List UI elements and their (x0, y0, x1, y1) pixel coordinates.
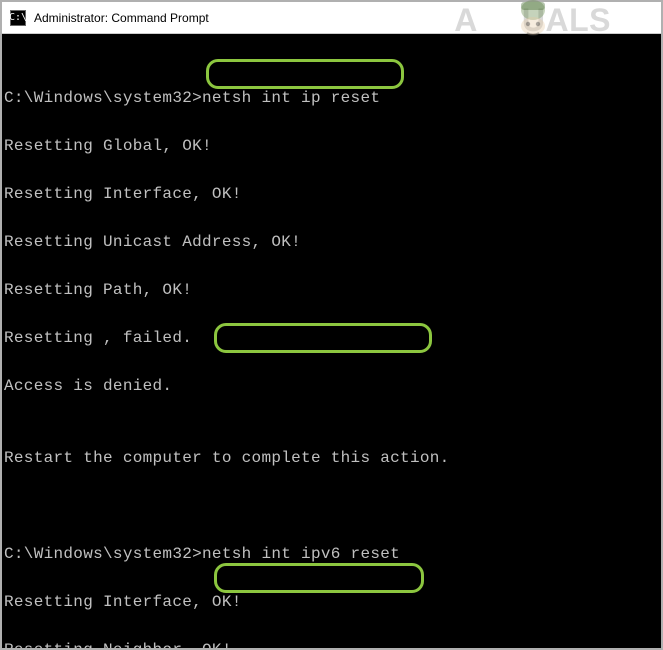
output-line: Resetting Neighbor, OK! (4, 638, 659, 648)
output-line: Restart the computer to complete this ac… (4, 446, 659, 470)
window-title: Administrator: Command Prompt (34, 11, 209, 25)
output-line: Resetting Interface, OK! (4, 590, 659, 614)
terminal-output[interactable]: C:\Windows\system32>netsh int ip reset R… (2, 34, 661, 648)
prompt-line: C:\Windows\system32>netsh int ip reset (4, 86, 659, 110)
output-line: Access is denied. (4, 374, 659, 398)
cmd-icon: C:\ (10, 10, 26, 26)
prompt-line: C:\Windows\system32>netsh int ipv6 reset (4, 542, 659, 566)
prompt-path: C:\Windows\system32> (4, 89, 202, 107)
output-line: Resetting Unicast Address, OK! (4, 230, 659, 254)
output-line: Resetting , failed. (4, 326, 659, 350)
highlight-box (214, 563, 424, 593)
command-text: netsh int ip reset (202, 89, 380, 107)
command-text: netsh int ipv6 reset (202, 545, 400, 563)
output-line: Resetting Global, OK! (4, 134, 659, 158)
prompt-path: C:\Windows\system32> (4, 545, 202, 563)
highlight-box (206, 59, 404, 89)
output-line: Resetting Path, OK! (4, 278, 659, 302)
command-prompt-window: C:\ Administrator: Command Prompt C:\Win… (0, 0, 663, 650)
title-bar[interactable]: C:\ Administrator: Command Prompt (2, 2, 661, 34)
output-line: Resetting Interface, OK! (4, 182, 659, 206)
